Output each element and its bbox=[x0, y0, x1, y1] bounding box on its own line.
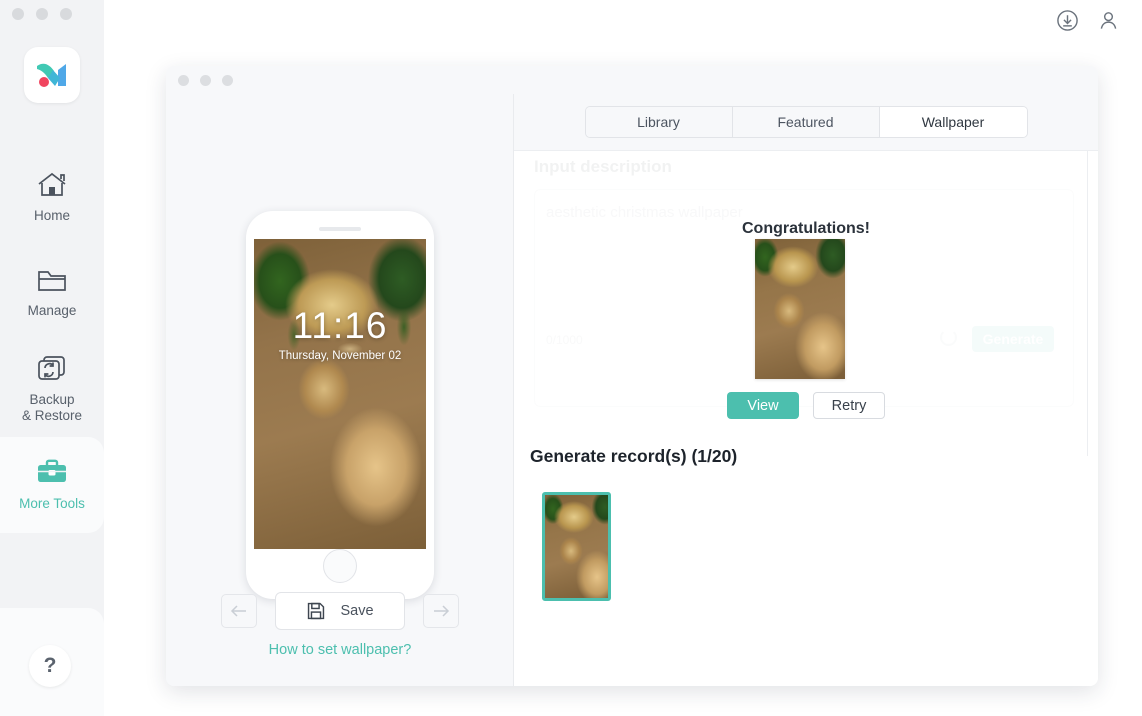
sidebar-item-label: More Tools bbox=[19, 495, 85, 511]
help-button[interactable]: ? bbox=[29, 645, 71, 687]
app-logo bbox=[24, 47, 80, 103]
sidebar-item-label: Manage bbox=[27, 302, 77, 318]
wallpaper-image bbox=[254, 239, 426, 549]
phone-home-button bbox=[323, 549, 357, 583]
wallpaper-preview-pane: 11:16 Thursday, November 02 Save How to … bbox=[166, 94, 514, 686]
retry-button[interactable]: Retry bbox=[813, 392, 885, 419]
lockscreen-date: Thursday, November 02 bbox=[278, 350, 402, 362]
phone-speaker bbox=[319, 227, 361, 231]
sidebar-item-label-line2: & Restore bbox=[21, 407, 83, 423]
window-traffic-lights bbox=[12, 8, 72, 20]
sidebar-item-backup-restore[interactable]: Backup & Restore bbox=[0, 341, 104, 437]
modal-actions: View Retry bbox=[514, 392, 1098, 419]
tool-close-button[interactable] bbox=[178, 75, 189, 86]
tab-wallpaper[interactable]: Wallpaper bbox=[879, 107, 1027, 137]
modal-thumbnail bbox=[755, 239, 845, 379]
mobitrix-logo-icon bbox=[37, 63, 66, 87]
application-root: Home Manage Backup & Restore More Tools … bbox=[0, 0, 1142, 716]
tab-library[interactable]: Library bbox=[585, 107, 733, 137]
sidebar-item-label-line1: Backup bbox=[29, 391, 75, 407]
help-label: ? bbox=[43, 654, 57, 677]
record-thumbnail-image bbox=[545, 495, 608, 598]
tab-bar: Library Featured Wallpaper bbox=[514, 94, 1098, 151]
briefcase-icon bbox=[38, 459, 66, 482]
sidebar: Home Manage Backup & Restore More Tools … bbox=[0, 0, 104, 716]
lockscreen-time: 11:16 bbox=[292, 305, 388, 346]
tool-window-traffic-lights bbox=[178, 75, 233, 86]
home-icon bbox=[38, 172, 66, 196]
phone-mockup: 11:16 Thursday, November 02 bbox=[246, 211, 434, 599]
tool-window: 11:16 Thursday, November 02 Save How to … bbox=[166, 66, 1098, 686]
folder-icon bbox=[38, 270, 66, 291]
tool-maximize-button[interactable] bbox=[222, 75, 233, 86]
close-window-button[interactable] bbox=[12, 8, 24, 20]
user-account-icon[interactable] bbox=[1097, 9, 1120, 32]
arrow-left-icon bbox=[230, 605, 246, 617]
sidebar-nav: Home Manage Backup & Restore More Tools bbox=[0, 149, 104, 533]
tab-group: Library Featured Wallpaper bbox=[584, 106, 1028, 138]
record-thumbnail[interactable] bbox=[542, 492, 611, 601]
arrow-right-icon bbox=[434, 605, 450, 617]
top-bar bbox=[104, 0, 1142, 40]
tab-featured[interactable]: Featured bbox=[732, 107, 880, 137]
minimize-window-button[interactable] bbox=[36, 8, 48, 20]
next-wallpaper-button[interactable] bbox=[423, 594, 459, 628]
sidebar-item-manage[interactable]: Manage bbox=[0, 245, 104, 341]
backup-restore-icon bbox=[38, 355, 65, 380]
preview-controls: Save bbox=[166, 592, 514, 630]
modal-title: Congratulations! bbox=[742, 220, 870, 237]
tool-window-titlebar bbox=[166, 66, 1098, 94]
save-button-label: Save bbox=[340, 603, 374, 619]
view-button[interactable]: View bbox=[727, 392, 799, 419]
maximize-window-button[interactable] bbox=[60, 8, 72, 20]
generate-records-grid bbox=[542, 492, 611, 601]
sidebar-item-label: Home bbox=[33, 207, 70, 223]
floppy-disk-icon bbox=[308, 602, 325, 620]
save-button[interactable]: Save bbox=[275, 592, 405, 630]
how-to-set-wallpaper-link[interactable]: How to set wallpaper? bbox=[166, 642, 514, 658]
tool-minimize-button[interactable] bbox=[200, 75, 211, 86]
generate-records-title: Generate record(s) (1/20) bbox=[530, 446, 738, 466]
sidebar-item-home[interactable]: Home bbox=[0, 149, 104, 245]
download-icon[interactable] bbox=[1056, 9, 1079, 32]
previous-wallpaper-button[interactable] bbox=[221, 594, 257, 628]
sidebar-item-more-tools[interactable]: More Tools bbox=[0, 437, 104, 533]
phone-screen: 11:16 Thursday, November 02 bbox=[254, 239, 426, 549]
modal-thumbnail-image bbox=[755, 239, 845, 379]
congratulations-modal: Congratulations! View Retry bbox=[514, 151, 1098, 428]
